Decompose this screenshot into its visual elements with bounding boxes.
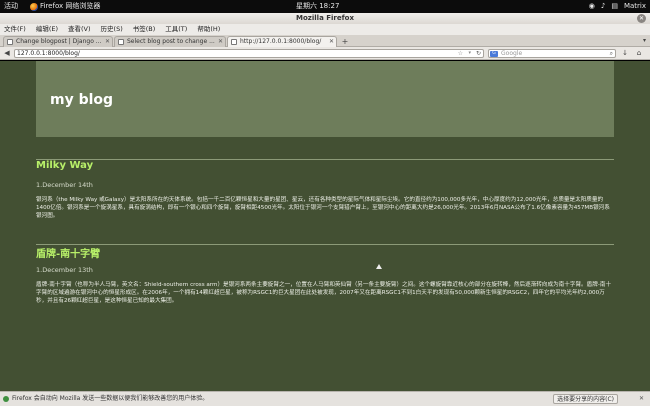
accessibility-icon[interactable]: ◉: [589, 0, 595, 13]
mouse-cursor: [376, 264, 382, 269]
menu-bookmarks[interactable]: 书签(B): [133, 24, 156, 35]
notification-message: Firefox 会自动向 Mozilla 发送一些数据以便我们能够改善您的用户体…: [12, 395, 209, 402]
tab-close-icon[interactable]: ✕: [329, 37, 334, 47]
navigation-bar: ◀ 127.0.0.1:8000/blog/ ☆ ▾ ↻ G Google ⌕ …: [0, 47, 650, 60]
google-engine-icon[interactable]: G: [490, 51, 498, 57]
clock[interactable]: 星期六 18:27: [296, 0, 339, 13]
post-date: 1.December 13th: [36, 266, 93, 274]
tab-select-blog-post[interactable]: Select blog post to change ... ✕: [114, 36, 226, 47]
reload-icon[interactable]: ↻: [476, 50, 481, 57]
network-icon[interactable]: ▤: [611, 0, 618, 13]
volume-icon[interactable]: ♪: [601, 0, 605, 13]
url-bar[interactable]: 127.0.0.1:8000/blog/ ☆ ▾ ↻: [14, 49, 484, 58]
home-icon[interactable]: ⌂: [634, 49, 644, 58]
page-content: my blog Milky Way 1.December 14th 银河系（th…: [0, 61, 650, 391]
share-data-button[interactable]: 选择要分享的内容(C): [553, 394, 618, 404]
divider: [36, 159, 614, 160]
search-placeholder: Google: [501, 50, 523, 57]
tab-label: http://127.0.0.1:8000/blog/: [240, 38, 322, 45]
tab-bar: Change blogpost | Django ... ✕ Select bl…: [0, 35, 650, 47]
menu-bar: 文件(F) 编辑(E) 查看(V) 历史(S) 书签(B) 工具(T) 帮助(H…: [0, 24, 650, 35]
history-dropdown-icon[interactable]: ▾: [468, 50, 471, 57]
menu-edit[interactable]: 编辑(E): [36, 24, 58, 35]
downloads-icon[interactable]: ↓: [620, 49, 630, 58]
system-tray: ◉ ♪ ▤ Matrix: [589, 0, 646, 13]
tab-close-icon[interactable]: ✕: [105, 37, 110, 47]
screen: 活动 Firefox 网络浏览器 星期六 18:27 ◉ ♪ ▤ Matrix …: [0, 0, 650, 406]
list-all-tabs-button[interactable]: ▾: [643, 37, 646, 44]
site-header: my blog: [36, 61, 614, 137]
tab-close-icon[interactable]: ✕: [218, 37, 223, 47]
activities-button[interactable]: 活动: [4, 0, 18, 13]
tab-label: Select blog post to change ...: [127, 38, 215, 45]
top-panel: 活动 Firefox 网络浏览器 星期六 18:27 ◉ ♪ ▤ Matrix: [0, 0, 650, 13]
divider: [36, 244, 614, 245]
tab-label: Change blogpost | Django ...: [16, 38, 102, 45]
info-icon: [3, 396, 9, 402]
menu-history[interactable]: 历史(S): [101, 24, 123, 35]
window-title: Mozilla Firefox: [296, 14, 354, 22]
site-title[interactable]: my blog: [50, 92, 113, 108]
new-tab-button[interactable]: +: [340, 37, 350, 46]
page-icon: [7, 39, 13, 45]
page-icon: [231, 39, 237, 45]
menu-help[interactable]: 帮助(H): [197, 24, 220, 35]
back-button[interactable]: ◀: [2, 49, 12, 58]
post-date: 1.December 14th: [36, 181, 93, 189]
window-close-button[interactable]: ✕: [637, 14, 646, 23]
app-menu[interactable]: Firefox 网络浏览器: [30, 0, 100, 13]
notification-bar: Firefox 会自动向 Mozilla 发送一些数据以便我们能够改善您的用户体…: [0, 391, 650, 406]
post-body: 盾牌-南十字臂（也称为半人马臂，英文名：Shield-southern cros…: [36, 282, 612, 304]
app-menu-label: Firefox 网络浏览器: [40, 2, 101, 10]
window-titlebar: Mozilla Firefox ✕: [0, 13, 650, 24]
menu-file[interactable]: 文件(F): [4, 24, 26, 35]
search-bar[interactable]: G Google ⌕: [488, 49, 616, 58]
tab-change-blogpost[interactable]: Change blogpost | Django ... ✕: [3, 36, 113, 47]
url-text[interactable]: 127.0.0.1:8000/blog/: [17, 50, 80, 57]
tab-blog[interactable]: http://127.0.0.1:8000/blog/ ✕: [227, 36, 337, 47]
menu-view[interactable]: 查看(V): [68, 24, 91, 35]
close-icon[interactable]: ✕: [639, 392, 644, 406]
firefox-icon: [30, 2, 38, 11]
page-icon: [118, 39, 124, 45]
menu-tools[interactable]: 工具(T): [165, 24, 187, 35]
user-menu[interactable]: Matrix: [624, 0, 646, 13]
bookmark-star-icon[interactable]: ☆: [458, 50, 463, 57]
search-icon[interactable]: ⌕: [610, 50, 613, 57]
post-body: 银河系（the Milky Way 或Galaxy）是太阳系所在的天体系统。包括…: [36, 197, 610, 219]
post-title[interactable]: 盾牌-南十字臂: [36, 245, 100, 260]
post-title[interactable]: Milky Way: [36, 160, 93, 171]
